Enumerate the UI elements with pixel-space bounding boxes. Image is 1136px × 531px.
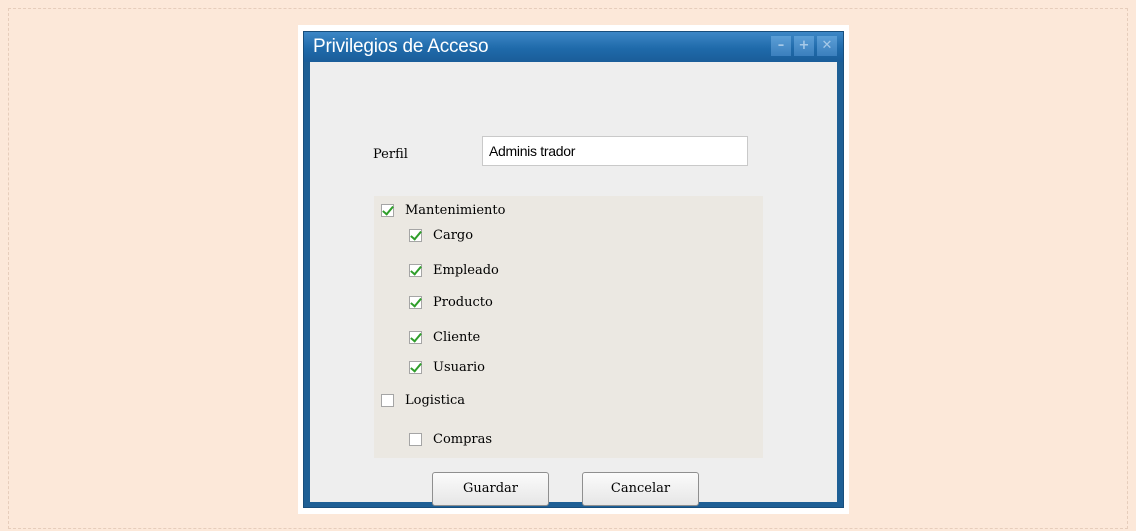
tree-item-cliente[interactable]: Cliente xyxy=(409,330,480,345)
perfil-label: Perfil xyxy=(373,147,408,162)
window-controls: – + ✕ xyxy=(768,36,837,56)
tree-item-usuario[interactable]: Usuario xyxy=(409,360,485,375)
tree-item-empleado[interactable]: Empleado xyxy=(409,263,499,278)
tree-item-logistica[interactable]: Logistica xyxy=(381,393,465,408)
cancel-button[interactable]: Cancelar xyxy=(582,472,699,506)
cliente-checkbox[interactable] xyxy=(409,331,422,344)
tree-item-producto[interactable]: Producto xyxy=(409,295,493,310)
minimize-icon[interactable]: – xyxy=(771,36,791,56)
title-bar[interactable]: Privilegios de Acceso – + ✕ xyxy=(304,32,843,62)
tree-item-label: Mantenimiento xyxy=(405,203,506,218)
mantenimiento-checkbox[interactable] xyxy=(381,204,394,217)
tree-item-compras[interactable]: Compras xyxy=(409,432,492,447)
tree-item-label: Compras xyxy=(433,432,493,447)
access-privileges-window: Privilegios de Acceso – + ✕ Perfil Admin… xyxy=(303,31,844,508)
usuario-checkbox[interactable] xyxy=(409,361,422,374)
privileges-tree: Mantenimiento Cargo Empleado Producto Cl… xyxy=(374,196,763,458)
tree-item-label: Logistica xyxy=(405,393,466,408)
tree-item-cargo[interactable]: Cargo xyxy=(409,228,473,243)
cargo-checkbox[interactable] xyxy=(409,229,422,242)
compras-checkbox[interactable] xyxy=(409,433,422,446)
perfil-input[interactable]: Adminis trador xyxy=(482,136,748,166)
tree-item-label: Cargo xyxy=(433,228,474,243)
window-title: Privilegios de Acceso xyxy=(313,36,489,57)
save-button[interactable]: Guardar xyxy=(432,472,549,506)
tree-item-label: Cliente xyxy=(433,330,481,345)
tree-item-label: Empleado xyxy=(433,263,499,278)
tree-item-label: Producto xyxy=(433,295,493,310)
empleado-checkbox[interactable] xyxy=(409,264,422,277)
logistica-checkbox[interactable] xyxy=(381,394,394,407)
tree-item-mantenimiento[interactable]: Mantenimiento xyxy=(381,203,505,218)
producto-checkbox[interactable] xyxy=(409,296,422,309)
close-icon[interactable]: ✕ xyxy=(817,36,837,56)
tree-item-label: Usuario xyxy=(433,360,485,375)
window-content: Perfil Adminis trador Mantenimiento Carg… xyxy=(310,62,837,506)
maximize-icon[interactable]: + xyxy=(794,36,814,56)
